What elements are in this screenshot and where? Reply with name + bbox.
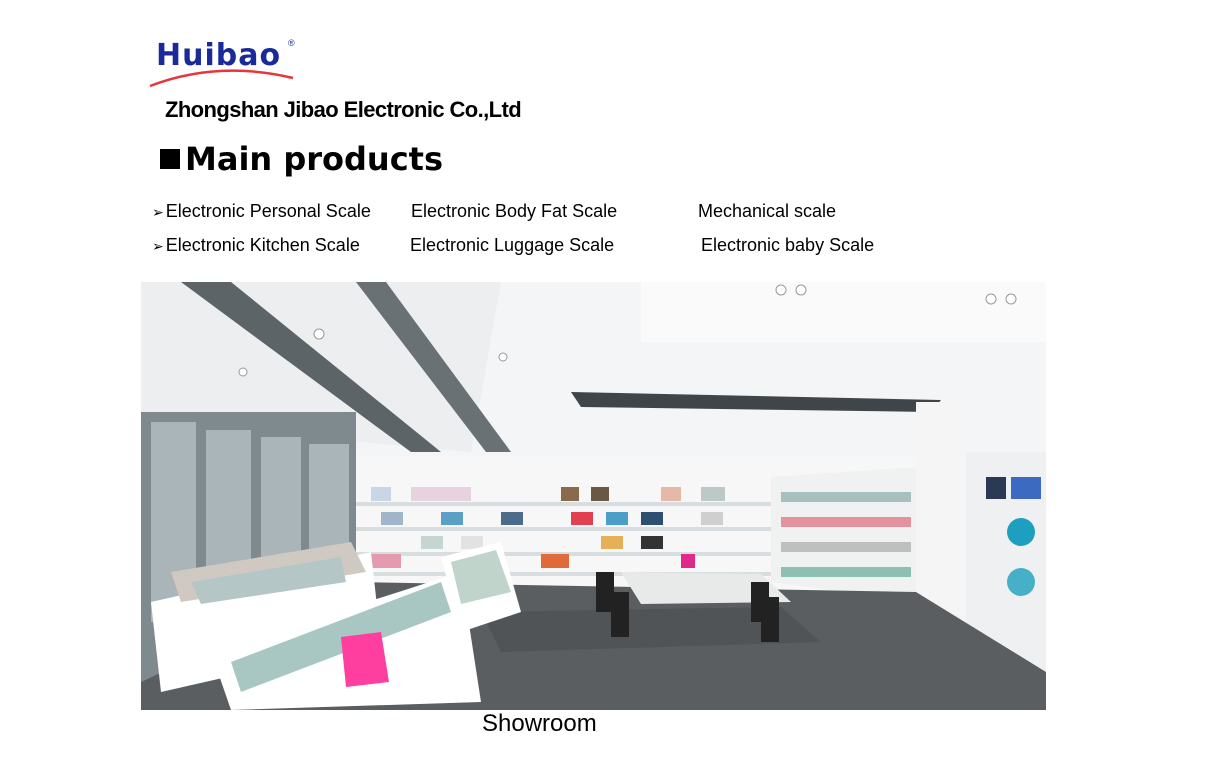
company-logo: Huibao ® [148,38,308,90]
product-item: ➢ Electronic Kitchen Scale [152,235,360,256]
product-item: Electronic Luggage Scale [410,235,614,256]
company-name: Zhongshan Jibao Electronic Co.,Ltd [165,97,522,122]
product-item: Electronic baby Scale [701,235,874,256]
product-label: Electronic Personal Scale [165,201,371,221]
showroom-photo [141,282,1046,710]
product-label: Electronic Luggage Scale [410,235,615,255]
product-label: Electronic Body Fat Scale [411,201,618,221]
product-label: Electronic Kitchen Scale [165,235,360,255]
showroom-illustration [141,282,1046,710]
arrow-bullet-icon: ➢ [152,204,164,220]
product-item: ➢ Electronic Personal Scale [152,201,371,222]
logo-swoosh-icon [149,69,294,88]
product-item: Electronic Body Fat Scale [411,201,617,222]
product-label: Mechanical scale [698,201,837,221]
product-item: Mechanical scale [698,201,836,222]
heading-text: Main products [185,140,443,178]
square-bullet-icon [160,149,180,169]
product-label: Electronic baby Scale [701,235,875,255]
arrow-bullet-icon: ➢ [152,238,164,254]
registered-mark: ® [288,38,295,48]
main-products-heading: Main products [160,140,443,178]
photo-caption: Showroom [482,710,597,737]
